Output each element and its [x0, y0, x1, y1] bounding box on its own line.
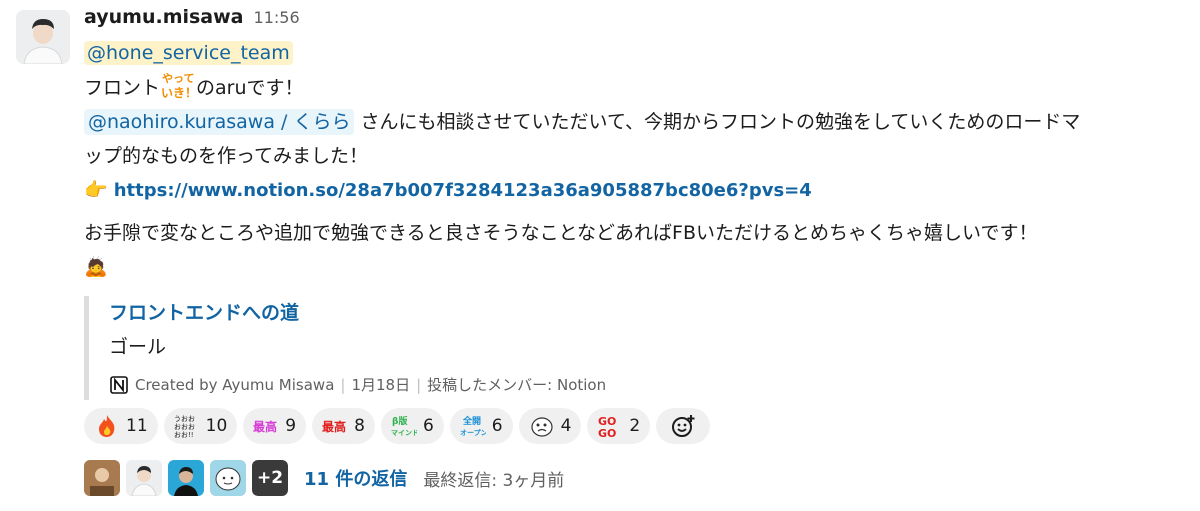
group-mention[interactable]: @hone_service_team — [84, 41, 293, 65]
unfurl-footer: Created by Ayumu Misawa | 1月18日 | 投稿したメン… — [109, 374, 784, 395]
unfurl-date: 1月18日 — [351, 376, 411, 394]
reaction-count: 10 — [205, 416, 228, 436]
unfurl-poster: 投稿したメンバー: Notion — [427, 376, 607, 394]
notion-link[interactable]: https://www.notion.so/28a7b007f3284123a3… — [114, 180, 812, 201]
reaction-count: 4 — [560, 416, 572, 436]
fire-icon — [94, 413, 120, 439]
svg-text:高: 高 — [334, 419, 346, 434]
thinking-face-icon — [529, 413, 555, 439]
intro-pre-text: フロント — [84, 77, 161, 99]
add-emoji-icon — [670, 413, 696, 439]
last-reply-time: 最終返信: 3ヶ月前 — [423, 470, 565, 491]
reaction-fire[interactable]: 11 — [84, 408, 158, 444]
svg-text:オープン: オープン — [460, 428, 486, 437]
intro-post-text: のaruです！ — [196, 77, 304, 99]
svg-text:β版: β版 — [392, 415, 407, 427]
author-avatar[interactable] — [16, 10, 70, 64]
svg-text:GO: GO — [598, 427, 616, 439]
unfurl-created-by: Created by Ayumu Misawa — [135, 375, 335, 394]
reaction-count: 8 — [354, 416, 365, 436]
consult-text: さんにも相談させていただいて、今期からフロントの勉強をしていくためのロードマ — [354, 111, 1081, 133]
reaction-saikou-red[interactable]: 最高 8 — [312, 408, 375, 444]
message-header: ayumu.misawa 11:56 — [84, 6, 1184, 36]
reply-avatar — [84, 460, 120, 496]
notion-logo-icon — [109, 375, 129, 395]
add-reaction-button[interactable] — [656, 408, 711, 444]
reaction-gogo[interactable]: GO GO 2 — [587, 408, 651, 444]
line-request: お手隙で変なところや追加で勉強できると良さそうなことなどあればFBいただけるとめ… — [84, 222, 1038, 244]
line-roadmap: ップ的なものを作ってみました！ — [84, 145, 369, 167]
reply-avatar — [126, 460, 162, 496]
svg-text:うおお: うおお — [174, 415, 195, 423]
reaction-beta-mind[interactable]: β版マインド 6 — [380, 408, 444, 444]
reaction-oooo[interactable]: うおお おおお おお!! 10 — [163, 408, 238, 444]
message-content: ayumu.misawa 11:56 @hone_service_team フロ… — [84, 6, 1184, 496]
reaction-saikou-pink[interactable]: 最高 9 — [243, 408, 307, 444]
reaction-bar: 11 うおお おおお おお!! 10 最高 9 最高 8 β版 マインド 6 全… — [84, 408, 711, 444]
line-consult: @naohiro.kurasawa / くらら さんにも相談させていただいて、今… — [84, 105, 1184, 139]
sticker-top-text: やって — [162, 72, 194, 85]
bowing-person-icon: 🙇 — [84, 256, 108, 278]
reaction-thinking-face[interactable]: 4 — [518, 408, 582, 444]
slack-message: ayumu.misawa 11:56 @hone_service_team フロ… — [0, 0, 1200, 511]
reaction-count: 6 — [422, 416, 434, 436]
user-mention[interactable]: @naohiro.kurasawa / くらら — [84, 109, 355, 135]
link-unfurl: フロントエンドへの道 ゴール Created by Ayumu Misawa |… — [84, 296, 784, 400]
line-link: 👉 https://www.notion.so/28a7b007f3284123… — [84, 173, 1184, 208]
oooo-icon: うおお おおお おお!! — [174, 413, 200, 439]
zenkai-open-icon: 全開 オープン — [460, 413, 486, 439]
svg-text:マインド: マインド — [391, 429, 417, 437]
author-name[interactable]: ayumu.misawa — [84, 6, 244, 28]
reply-avatar — [210, 460, 246, 496]
reaction-count: 11 — [126, 416, 148, 436]
sticker-bottom-text: いき！ — [161, 86, 196, 100]
saikou-red-icon: 最高 — [322, 413, 348, 439]
replies-link[interactable]: 11 件の返信 — [304, 465, 407, 491]
unfurl-body: ゴール — [109, 336, 167, 358]
line-bow: 🙇 — [84, 250, 1184, 284]
unfurl-title[interactable]: フロントエンドへの道 — [109, 298, 784, 328]
gogo-icon: GO GO — [597, 413, 623, 439]
reaction-zenkai-open[interactable]: 全開 オープン 6 — [449, 408, 513, 444]
line-intro: フロント やって いき！ のaruです！ — [84, 70, 1184, 105]
more-repliers-badge: +2 — [252, 460, 288, 496]
saikou-pink-icon: 最高 — [253, 413, 279, 439]
line-mention-group: @hone_service_team — [84, 36, 1184, 70]
timestamp[interactable]: 11:56 — [254, 8, 300, 27]
svg-text:全開: 全開 — [462, 415, 481, 427]
footer-separator: | — [416, 375, 422, 394]
beta-mind-icon: β版マインド — [391, 413, 417, 439]
thread-summary[interactable]: +2 11 件の返信 最終返信: 3ヶ月前 — [84, 460, 564, 496]
svg-text:おおお: おおお — [174, 423, 195, 431]
reaction-count: 2 — [629, 416, 641, 436]
reaction-count: 9 — [285, 416, 297, 436]
yatteiki-sticker-icon: やって いき！ — [160, 70, 197, 100]
reaction-count: 6 — [491, 416, 503, 436]
footer-separator: | — [340, 375, 346, 394]
reply-avatar — [168, 460, 204, 496]
svg-text:おお!!: おお!! — [174, 431, 194, 439]
pointing-hand-icon: 👉 — [84, 179, 108, 201]
svg-text:高: 高 — [265, 419, 277, 434]
